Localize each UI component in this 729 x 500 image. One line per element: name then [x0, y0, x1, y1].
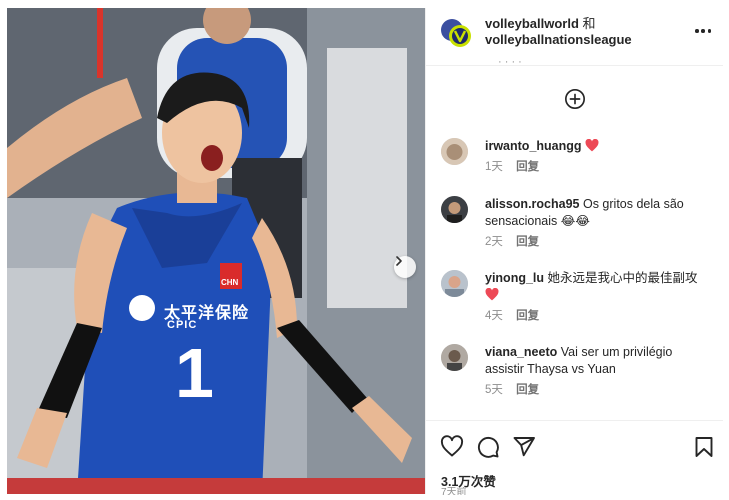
more-icon[interactable]	[695, 28, 711, 34]
post-sidebar: volleyballworld 和 volleyballnationsleagu…	[425, 8, 723, 495]
volleyballworld-logo-avatar[interactable]	[440, 17, 472, 49]
post-photo[interactable]: CHN 太平洋保险 CPIC 1	[7, 8, 425, 494]
post-authors: volleyballworld 和 volleyballnationsleagu…	[485, 16, 685, 48]
comment-username[interactable]: viana_neeto	[485, 345, 557, 359]
comment-age: 5天	[485, 384, 503, 396]
post-actions: 3.1万次赞 7天前	[426, 420, 723, 495]
comment-username[interactable]: yinong_lu	[485, 271, 544, 285]
next-photo-button[interactable]	[394, 256, 416, 278]
post-time: 7天前	[441, 487, 467, 495]
comment-username[interactable]: irwanto_huangg	[485, 139, 582, 153]
heart-emoji-icon	[485, 288, 499, 301]
reply-button[interactable]: 回复	[516, 310, 539, 322]
comment-body: irwanto_huangg 1天 回复	[485, 138, 713, 176]
comment-age: 4天	[485, 310, 503, 322]
avatar[interactable]	[441, 270, 468, 297]
flag-label: CHN	[221, 278, 239, 287]
heart-emoji-icon	[585, 139, 599, 152]
avatar[interactable]	[441, 138, 468, 165]
comment-body: viana_neeto Vai ser um privilégio assist…	[485, 344, 713, 399]
reply-button[interactable]: 回复	[516, 161, 539, 173]
author-link-2[interactable]: volleyballnationsleague	[485, 32, 632, 47]
comment-icon[interactable]	[476, 435, 500, 459]
sponsor-en-label: CPIC	[167, 319, 198, 331]
jersey-number: 1	[175, 334, 214, 412]
avatar[interactable]	[441, 196, 468, 223]
reply-button[interactable]: 回复	[516, 236, 539, 248]
comment-username[interactable]: alisson.rocha95	[485, 197, 580, 211]
photo-illustration	[7, 8, 425, 494]
share-icon[interactable]	[512, 435, 536, 459]
comment-body: alisson.rocha95 Os gritos dela são sensa…	[485, 196, 713, 251]
comment-body: yinong_lu 她永远是我心中的最佳副攻 4天 回复	[485, 270, 713, 325]
post-modal: CHN 太平洋保险 CPIC 1 volleyballworld 和 volle…	[7, 8, 723, 495]
comment-meta: 1天 回复	[485, 159, 713, 176]
author-joiner: 和	[582, 16, 596, 31]
avatar[interactable]	[441, 344, 468, 371]
comment-meta: 4天 回复	[485, 308, 713, 325]
bookmark-icon[interactable]	[692, 435, 716, 459]
comment-age: 1天	[485, 161, 503, 173]
post-header: volleyballworld 和 volleyballnationsleagu…	[426, 8, 723, 66]
plus-circle-icon[interactable]	[564, 88, 586, 110]
heart-icon[interactable]	[440, 435, 464, 459]
comment-meta: 2天 回复	[485, 234, 713, 251]
truncated-caption: · · · ·	[498, 56, 522, 63]
reply-button[interactable]: 回复	[516, 384, 539, 396]
comment-age: 2天	[485, 236, 503, 248]
comment-text: 她永远是我心中的最佳副攻	[547, 271, 698, 285]
comment-meta: 5天 回复	[485, 382, 713, 399]
comment-emoji: 😂😂	[560, 214, 590, 228]
chevron-right-icon	[396, 256, 402, 266]
author-link-1[interactable]: volleyballworld	[485, 16, 579, 31]
